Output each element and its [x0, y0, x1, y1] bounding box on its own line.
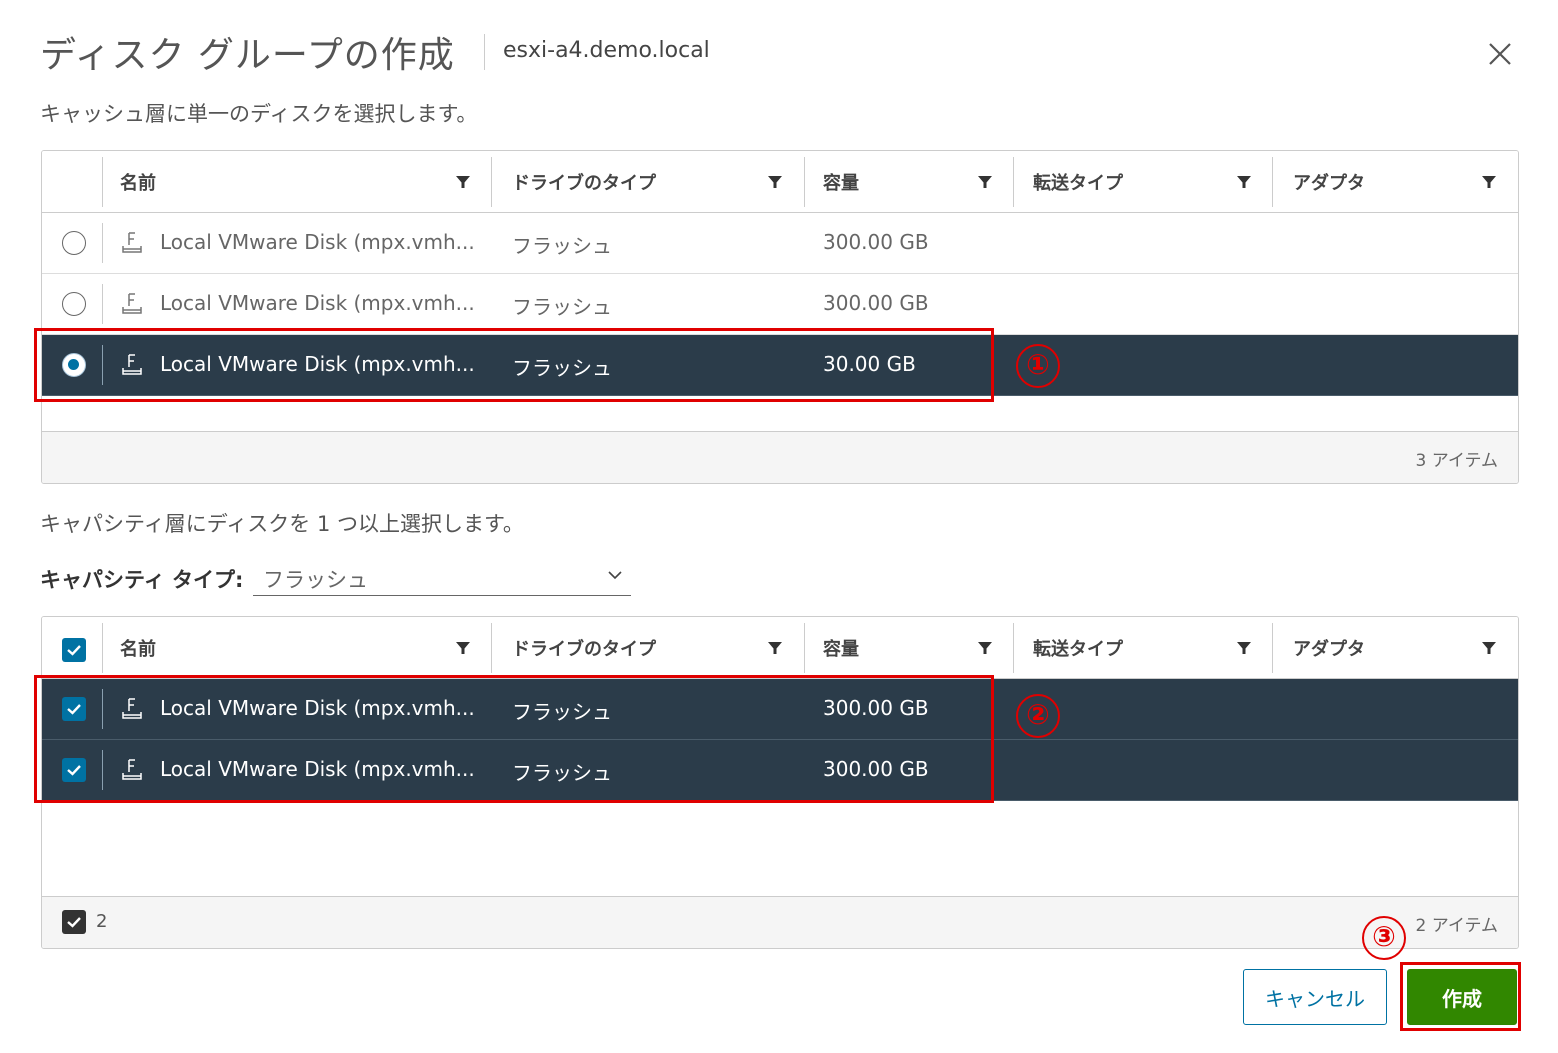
select-all-checkbox[interactable] [62, 638, 86, 662]
checkmark-icon [67, 645, 81, 656]
create-button[interactable]: 作成 [1407, 969, 1517, 1025]
column-drive-type[interactable]: ドライブのタイプ [512, 169, 656, 195]
capacity: 300.00 GB [823, 230, 929, 254]
cancel-button[interactable]: キャンセル [1243, 969, 1387, 1025]
filter-icon[interactable] [456, 641, 470, 655]
capacity-grid-header: 名前 ドライブのタイプ 容量 転送タイプ アダプタ [42, 617, 1518, 679]
filter-icon[interactable] [456, 175, 470, 189]
column-transfer-type[interactable]: 転送タイプ [1033, 635, 1123, 661]
host-name: esxi-a4.demo.local [503, 38, 710, 63]
column-name[interactable]: 名前 [120, 635, 156, 661]
selected-count-checkbox[interactable] [62, 910, 86, 934]
capacity: 300.00 GB [823, 291, 929, 315]
table-row[interactable]: Local VMware Disk (mpx.vmh... フラッシュ 300.… [42, 274, 1518, 335]
cache-instruction: キャッシュ層に単一のディスクを選択します。 [40, 102, 478, 126]
callout-box-2 [34, 675, 994, 803]
checkmark-icon [67, 917, 81, 928]
column-adapter[interactable]: アダプタ [1293, 169, 1365, 195]
row-radio[interactable] [62, 292, 86, 316]
column-capacity[interactable]: 容量 [823, 635, 859, 661]
capacity-type-label: キャパシティ タイプ: [40, 568, 244, 592]
callout-number-3: ③ [1362, 916, 1406, 960]
column-name[interactable]: 名前 [120, 169, 156, 195]
column-drive-type[interactable]: ドライブのタイプ [512, 635, 656, 661]
item-count: 3 アイテム [1415, 451, 1498, 471]
disk-icon [122, 232, 142, 253]
filter-icon[interactable] [1482, 641, 1496, 655]
filter-icon[interactable] [978, 175, 992, 189]
capacity-instruction: キャパシティ層にディスクを 1 つ以上選択します。 [40, 512, 524, 536]
close-icon[interactable] [1484, 38, 1516, 70]
column-capacity[interactable]: 容量 [823, 169, 859, 195]
disk-name: Local VMware Disk (mpx.vmh... [160, 230, 475, 254]
filter-icon[interactable] [978, 641, 992, 655]
filter-icon[interactable] [768, 175, 782, 189]
filter-icon[interactable] [1482, 175, 1496, 189]
row-radio[interactable] [62, 231, 86, 255]
title-divider [484, 34, 485, 70]
item-count: 2 アイテム [1415, 916, 1498, 936]
callout-box-1 [34, 328, 994, 402]
cache-grid-footer: 3 アイテム [42, 431, 1518, 483]
dialog-title: ディスク グループの作成 [40, 35, 455, 76]
column-transfer-type[interactable]: 転送タイプ [1033, 169, 1123, 195]
filter-icon[interactable] [1237, 641, 1251, 655]
capacity-type-value: フラッシュ [263, 568, 368, 592]
cache-grid-header: 名前 ドライブのタイプ 容量 転送タイプ アダプタ [42, 151, 1518, 213]
disk-icon [122, 293, 142, 314]
filter-icon[interactable] [1237, 175, 1251, 189]
selected-count: 2 [96, 911, 108, 932]
column-adapter[interactable]: アダプタ [1293, 635, 1365, 661]
drive-type: フラッシュ [512, 234, 612, 258]
callout-number-2: ② [1016, 694, 1060, 738]
cache-disk-grid: 名前 ドライブのタイプ 容量 転送タイプ アダプタ Local VMware D… [41, 150, 1519, 484]
callout-number-1: ① [1016, 344, 1060, 388]
capacity-type-select[interactable]: フラッシュ [253, 560, 631, 596]
disk-name: Local VMware Disk (mpx.vmh... [160, 291, 475, 315]
filter-icon[interactable] [768, 641, 782, 655]
drive-type: フラッシュ [512, 295, 612, 319]
capacity-grid-footer: 2 2 アイテム [42, 896, 1518, 948]
chevron-down-icon [608, 571, 622, 580]
table-row[interactable]: Local VMware Disk (mpx.vmh... フラッシュ 300.… [42, 213, 1518, 274]
